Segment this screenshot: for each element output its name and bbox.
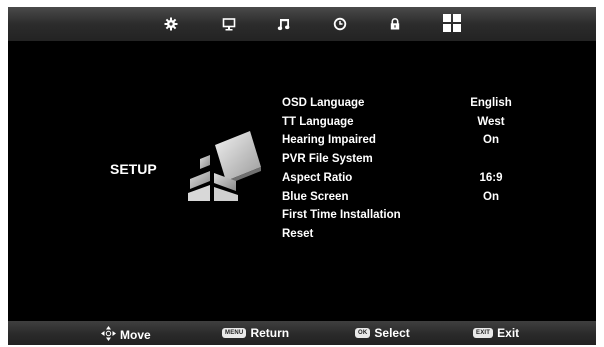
lock-icon[interactable] — [385, 15, 405, 33]
menu-item-label: First Time Installation — [282, 209, 401, 221]
exit-label: Exit — [497, 326, 520, 340]
menu-item-first-time-installation[interactable]: First Time Installation — [282, 209, 542, 227]
menu-item-label: Blue Screen — [282, 191, 349, 203]
menu-item-pvr-file-system[interactable]: PVR File System — [282, 153, 542, 171]
exit-hint: EXIT Exit — [473, 326, 519, 340]
menu-item-label: TT Language — [282, 116, 354, 128]
menu-item-value: English — [470, 97, 512, 109]
menu-item-label: PVR File System — [282, 153, 373, 165]
monitor-icon[interactable] — [219, 15, 239, 33]
menu-item-tt-language[interactable]: TT Language West — [282, 116, 542, 134]
top-tab-bar — [8, 7, 596, 41]
move-label: Move — [120, 328, 151, 342]
setup-grid-icon[interactable] — [441, 12, 463, 34]
dpad-arrows-icon — [101, 326, 116, 344]
menu-item-label: Reset — [282, 228, 314, 240]
menu-item-osd-language[interactable]: OSD Language English — [282, 97, 542, 115]
ok-key-icon: OK — [355, 328, 371, 338]
select-hint: OK Select — [355, 326, 410, 340]
clock-icon[interactable] — [330, 15, 350, 33]
music-note-icon[interactable] — [274, 15, 294, 33]
menu-item-aspect-ratio[interactable]: Aspect Ratio 16:9 — [282, 172, 542, 190]
tv-screen: SETUP OSD Language English TT Language W… — [8, 7, 596, 345]
footer-hint-bar: Move MENU Return OK Select EXIT Exit — [8, 321, 596, 345]
exit-key-icon: EXIT — [473, 328, 494, 338]
page-title: SETUP — [110, 161, 157, 177]
select-label: Select — [374, 326, 410, 340]
menu-item-blue-screen[interactable]: Blue Screen On — [282, 191, 542, 209]
menu-item-reset[interactable]: Reset — [282, 228, 542, 246]
menu-item-value: West — [477, 116, 505, 128]
menu-key-icon: MENU — [222, 328, 247, 338]
menu-item-hearing-impaired[interactable]: Hearing Impaired On — [282, 134, 542, 152]
move-hint: Move — [101, 326, 151, 344]
settings-gear-icon[interactable] — [161, 15, 181, 33]
return-hint: MENU Return — [222, 326, 289, 340]
setup-graphic-icon — [180, 125, 262, 208]
menu-item-label: OSD Language — [282, 97, 365, 109]
menu-item-value: 16:9 — [479, 172, 503, 184]
menu-item-value: On — [483, 191, 499, 203]
menu-item-label: Hearing Impaired — [282, 134, 376, 146]
return-label: Return — [250, 326, 290, 340]
menu-item-value: On — [483, 134, 499, 146]
menu-item-label: Aspect Ratio — [282, 172, 353, 184]
